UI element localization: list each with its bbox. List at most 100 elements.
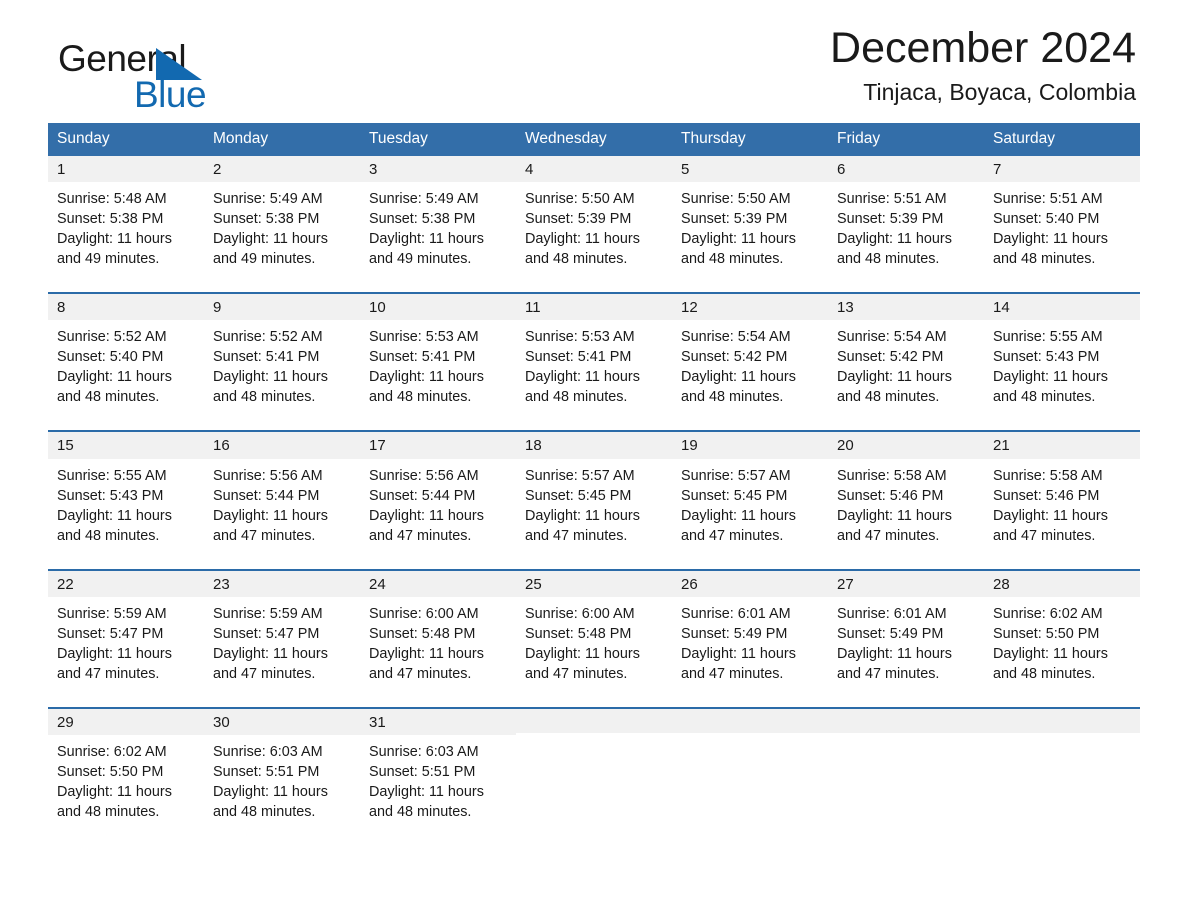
day-cell[interactable]: 15 Sunrise: 5:55 AM Sunset: 5:43 PM Dayligh… [48, 432, 204, 556]
sunset-text: Sunset: 5:41 PM [369, 349, 476, 366]
sunrise-text: Sunrise: 5:53 AM [369, 329, 479, 346]
day-details: Sunrise: 5:48 AM Sunset: 5:38 PM Daylight:… [48, 182, 204, 279]
daylight-text-line1: Daylight: 11 hours [525, 646, 640, 663]
week-row: 15 Sunrise: 5:55 AM Sunset: 5:43 PM Dayligh… [48, 430, 1140, 556]
page-title: December 2024 [830, 24, 1136, 72]
daylight-text-line2: and 48 minutes. [525, 251, 628, 268]
day-number: 27 [828, 570, 984, 597]
daylight-text-line2: and 49 minutes. [369, 251, 472, 268]
daylight-text-line2: and 48 minutes. [993, 666, 1096, 683]
sunset-text: Sunset: 5:48 PM [525, 626, 632, 643]
day-cell[interactable]: 28 Sunrise: 6:02 AM Sunset: 5:50 PM Dayligh… [984, 570, 1140, 695]
day-cell-empty [672, 709, 828, 833]
sunrise-text: Sunrise: 5:49 AM [213, 191, 323, 208]
day-details: Sunrise: 5:58 AM Sunset: 5:46 PM Daylight:… [828, 459, 984, 556]
day-cell[interactable]: 30 Sunrise: 6:03 AM Sunset: 5:51 PM Dayligh… [204, 709, 360, 833]
day-number: 18 [516, 432, 672, 459]
daylight-text-line1: Daylight: 11 hours [837, 231, 952, 248]
day-cell[interactable]: 31 Sunrise: 6:03 AM Sunset: 5:51 PM Dayligh… [360, 709, 516, 833]
daylight-text-line1: Daylight: 11 hours [57, 646, 172, 663]
day-number: 14 [984, 294, 1140, 321]
daylight-text-line2: and 48 minutes. [993, 251, 1096, 268]
day-number: 26 [672, 570, 828, 597]
day-cell[interactable]: 11 Sunrise: 5:53 AM Sunset: 5:41 PM Dayligh… [516, 294, 672, 418]
daylight-text-line1: Daylight: 11 hours [681, 369, 796, 386]
day-cell[interactable]: 25 Sunrise: 6:00 AM Sunset: 5:48 PM Dayligh… [516, 570, 672, 695]
daylight-text-line1: Daylight: 11 hours [837, 507, 952, 524]
sunrise-text: Sunrise: 5:53 AM [525, 329, 635, 346]
day-cell[interactable]: 5 Sunrise: 5:50 AM Sunset: 5:39 PM Daylight… [672, 155, 828, 280]
day-cell[interactable]: 13 Sunrise: 5:54 AM Sunset: 5:42 PM Dayligh… [828, 294, 984, 418]
day-number: 7 [984, 155, 1140, 183]
day-cell[interactable]: 17 Sunrise: 5:56 AM Sunset: 5:44 PM Dayligh… [360, 432, 516, 556]
daylight-text-line1: Daylight: 11 hours [369, 646, 484, 663]
day-cell[interactable]: 21 Sunrise: 5:58 AM Sunset: 5:46 PM Dayligh… [984, 432, 1140, 556]
weekday-header-sunday: Sunday [57, 130, 110, 147]
day-cell[interactable]: 16 Sunrise: 5:56 AM Sunset: 5:44 PM Dayligh… [204, 432, 360, 556]
sunrise-text: Sunrise: 5:48 AM [57, 191, 167, 208]
day-cell[interactable]: 10 Sunrise: 5:53 AM Sunset: 5:41 PM Dayligh… [360, 294, 516, 418]
day-details: Sunrise: 5:51 AM Sunset: 5:39 PM Daylight:… [828, 182, 984, 279]
daylight-text-line1: Daylight: 11 hours [57, 231, 172, 248]
day-cell[interactable]: 26 Sunrise: 6:01 AM Sunset: 5:49 PM Dayligh… [672, 570, 828, 695]
day-details: Sunrise: 5:52 AM Sunset: 5:41 PM Daylight:… [204, 320, 360, 417]
day-number: 1 [48, 155, 204, 183]
daylight-text-line2: and 47 minutes. [525, 527, 628, 544]
day-cell[interactable]: 6 Sunrise: 5:51 AM Sunset: 5:39 PM Daylight… [828, 155, 984, 280]
day-details: Sunrise: 5:59 AM Sunset: 5:47 PM Daylight:… [48, 597, 204, 694]
day-cell[interactable]: 24 Sunrise: 6:00 AM Sunset: 5:48 PM Dayligh… [360, 570, 516, 695]
day-cell[interactable]: 12 Sunrise: 5:54 AM Sunset: 5:42 PM Dayligh… [672, 294, 828, 418]
daylight-text-line2: and 47 minutes. [369, 527, 472, 544]
day-cell[interactable]: 1 Sunrise: 5:48 AM Sunset: 5:38 PM Daylight… [48, 155, 204, 280]
day-details: Sunrise: 5:53 AM Sunset: 5:41 PM Daylight:… [360, 320, 516, 417]
sunset-text: Sunset: 5:44 PM [213, 487, 320, 504]
week-row: 29 Sunrise: 6:02 AM Sunset: 5:50 PM Dayligh… [48, 707, 1140, 833]
day-cell[interactable]: 19 Sunrise: 5:57 AM Sunset: 5:45 PM Dayligh… [672, 432, 828, 556]
day-cell[interactable]: 2 Sunrise: 5:49 AM Sunset: 5:38 PM Daylight… [204, 155, 360, 280]
day-cell[interactable]: 8 Sunrise: 5:52 AM Sunset: 5:40 PM Daylight… [48, 294, 204, 418]
daylight-text-line1: Daylight: 11 hours [525, 507, 640, 524]
day-number: 6 [828, 155, 984, 183]
title-block: December 2024 Tinjaca, Boyaca, Colombia [830, 24, 1136, 105]
day-cell[interactable]: 22 Sunrise: 5:59 AM Sunset: 5:47 PM Dayligh… [48, 570, 204, 695]
day-details: Sunrise: 5:56 AM Sunset: 5:44 PM Daylight:… [204, 459, 360, 556]
day-details: Sunrise: 5:57 AM Sunset: 5:45 PM Daylight:… [516, 459, 672, 556]
day-number: 16 [204, 432, 360, 459]
daylight-text-line2: and 48 minutes. [837, 251, 940, 268]
day-cell[interactable]: 20 Sunrise: 5:58 AM Sunset: 5:46 PM Dayligh… [828, 432, 984, 556]
day-cell[interactable]: 7 Sunrise: 5:51 AM Sunset: 5:40 PM Daylight… [984, 155, 1140, 280]
sunrise-text: Sunrise: 6:03 AM [369, 744, 479, 761]
sunset-text: Sunset: 5:41 PM [213, 349, 320, 366]
day-number: 3 [360, 155, 516, 183]
daylight-text-line1: Daylight: 11 hours [369, 784, 484, 801]
day-cell[interactable]: 29 Sunrise: 6:02 AM Sunset: 5:50 PM Dayligh… [48, 709, 204, 833]
day-cell[interactable]: 9 Sunrise: 5:52 AM Sunset: 5:41 PM Daylight… [204, 294, 360, 418]
day-number: 19 [672, 432, 828, 459]
sunrise-text: Sunrise: 6:02 AM [57, 744, 167, 761]
week-row: 1 Sunrise: 5:48 AM Sunset: 5:38 PM Daylight… [48, 155, 1140, 280]
sunset-text: Sunset: 5:40 PM [57, 349, 164, 366]
page-header: General Blue December 2024 Tinjaca, Boya… [48, 0, 1140, 113]
daylight-text-line2: and 48 minutes. [837, 389, 940, 406]
day-number: 8 [48, 294, 204, 321]
daylight-text-line1: Daylight: 11 hours [681, 646, 796, 663]
daylight-text-line2: and 49 minutes. [57, 251, 160, 268]
sunrise-text: Sunrise: 5:55 AM [993, 329, 1103, 346]
day-number: 11 [516, 294, 672, 321]
day-number: 29 [48, 709, 204, 736]
day-number: 10 [360, 294, 516, 321]
day-details: Sunrise: 5:49 AM Sunset: 5:38 PM Daylight:… [360, 182, 516, 279]
weekday-header-tuesday: Tuesday [369, 130, 428, 147]
day-cell[interactable]: 27 Sunrise: 6:01 AM Sunset: 5:49 PM Dayligh… [828, 570, 984, 695]
sunrise-text: Sunrise: 5:50 AM [681, 191, 791, 208]
sunrise-text: Sunrise: 5:52 AM [213, 329, 323, 346]
day-number: 30 [204, 709, 360, 736]
day-cell[interactable]: 18 Sunrise: 5:57 AM Sunset: 5:45 PM Dayligh… [516, 432, 672, 556]
day-cell[interactable]: 14 Sunrise: 5:55 AM Sunset: 5:43 PM Dayligh… [984, 294, 1140, 418]
day-cell[interactable]: 4 Sunrise: 5:50 AM Sunset: 5:39 PM Daylight… [516, 155, 672, 280]
day-cell[interactable]: 23 Sunrise: 5:59 AM Sunset: 5:47 PM Dayligh… [204, 570, 360, 695]
sunrise-text: Sunrise: 5:54 AM [681, 329, 791, 346]
day-cell[interactable]: 3 Sunrise: 5:49 AM Sunset: 5:38 PM Daylight… [360, 155, 516, 280]
calendar-grid: Sunday Monday Tuesday Wednesday Thursday Frid… [48, 123, 1140, 833]
daylight-text-line1: Daylight: 11 hours [369, 231, 484, 248]
